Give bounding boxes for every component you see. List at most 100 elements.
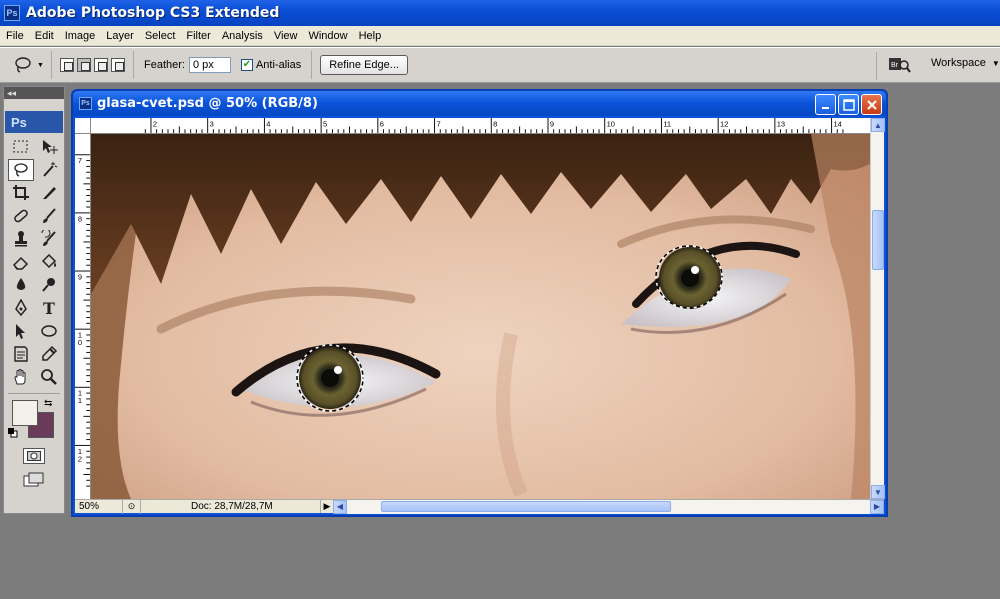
workspace-label: Workspace — [931, 57, 986, 69]
clone-stamp-icon[interactable] — [8, 228, 34, 250]
add-to-selection-button[interactable] — [77, 58, 91, 72]
status-options-icon[interactable]: ⊙ — [123, 499, 141, 514]
app-titlebar: Ps Adobe Photoshop CS3 Extended — [0, 0, 1000, 26]
blur-icon[interactable] — [8, 274, 34, 296]
close-button[interactable] — [861, 94, 882, 115]
screen-mode-icon[interactable] — [23, 472, 45, 488]
menu-image[interactable]: Image — [61, 30, 100, 42]
canvas-image[interactable] — [91, 134, 870, 499]
document-body: 2 3 4 5 6 7 8 9 10 11 12 13 14 7 8 9 10 11 12 — [75, 118, 885, 514]
swap-colors-icon[interactable]: ⇆ — [44, 398, 52, 409]
ruler-label: 10 — [607, 119, 615, 128]
color-swatches: ⇆ — [8, 398, 60, 444]
ellipse-icon[interactable] — [36, 320, 62, 342]
window-controls — [815, 94, 882, 115]
app-logo-icon: Ps — [4, 5, 20, 21]
move-tool-icon[interactable] — [36, 136, 62, 158]
antialias-option[interactable]: ✔ Anti-alias — [240, 51, 313, 79]
menu-help[interactable]: Help — [355, 30, 386, 42]
lasso-icon — [15, 57, 31, 73]
options-divider — [876, 52, 877, 80]
app-title: Adobe Photoshop CS3 Extended — [26, 5, 280, 21]
ruler-label: 11 — [78, 389, 82, 406]
default-colors-icon[interactable] — [8, 428, 18, 438]
workspace-menu[interactable]: Workspace ▼ — [931, 57, 1000, 69]
document-window: Ps glasa-cvet.psd @ 50% (RGB/8) 2 3 4 5 6 7 8 9… — [71, 89, 888, 517]
crop-icon[interactable] — [8, 182, 34, 204]
quick-mask-icon[interactable] — [23, 448, 45, 464]
foreground-color-swatch[interactable] — [12, 400, 38, 426]
brush-icon[interactable] — [36, 205, 62, 227]
chevron-down-icon: ▼ — [37, 61, 44, 69]
feather-input[interactable] — [188, 57, 231, 73]
document-title: glasa-cvet.psd @ 50% (RGB/8) — [97, 96, 318, 111]
toolbox: ◂◂ Ps T ⇆ — [3, 86, 65, 514]
subtract-from-selection-button[interactable] — [94, 58, 108, 72]
pen-icon[interactable] — [8, 297, 34, 319]
document-ps-icon: Ps — [79, 97, 92, 110]
horizontal-ruler[interactable]: 2 3 4 5 6 7 8 9 10 11 12 13 14 — [91, 118, 870, 134]
spot-healing-brush-icon[interactable] — [8, 205, 34, 227]
notes-icon[interactable] — [8, 343, 34, 365]
eyedropper-icon[interactable] — [36, 343, 62, 365]
hand-icon[interactable] — [8, 366, 34, 388]
vertical-ruler[interactable]: 7 8 9 1 0 1 1 1 2 — [75, 134, 91, 499]
menu-filter[interactable]: Filter — [182, 30, 214, 42]
menu-file[interactable]: File — [2, 30, 28, 42]
scroll-left-icon[interactable]: ◀ — [333, 499, 347, 514]
magic-wand-icon[interactable] — [36, 159, 62, 181]
ruler-label: 9 — [78, 272, 82, 281]
horizontal-scrollbar[interactable]: ◀ ▶ — [333, 499, 884, 514]
menu-view[interactable]: View — [270, 30, 302, 42]
scroll-down-icon[interactable]: ▼ — [871, 485, 885, 499]
selection-mode-group — [52, 51, 134, 79]
menu-bar: File Edit Image Layer Select Filter Anal… — [0, 26, 1000, 46]
new-selection-button[interactable] — [60, 58, 74, 72]
tool-preset-picker[interactable]: ▼ — [6, 51, 52, 79]
intersect-selection-button[interactable] — [111, 58, 125, 72]
slice-icon[interactable] — [36, 182, 62, 204]
path-selection-icon[interactable] — [8, 320, 34, 342]
bridge-icon[interactable]: Br — [886, 54, 912, 76]
refine-edge-button[interactable]: Refine Edge... — [320, 55, 408, 75]
ruler-origin[interactable] — [75, 118, 91, 134]
ruler-label: 2 — [153, 119, 157, 128]
ruler-label: 14 — [833, 119, 841, 128]
menu-select[interactable]: Select — [141, 30, 180, 42]
paint-bucket-icon[interactable] — [36, 251, 62, 273]
zoom-icon[interactable] — [36, 366, 62, 388]
vertical-scrollbar[interactable]: ▲ ▼ — [870, 118, 885, 499]
dodge-icon[interactable] — [36, 274, 62, 296]
eraser-icon[interactable] — [8, 251, 34, 273]
vertical-scroll-thumb[interactable] — [872, 210, 884, 270]
document-titlebar[interactable]: Ps glasa-cvet.psd @ 50% (RGB/8) — [73, 91, 886, 116]
scroll-up-icon[interactable]: ▲ — [871, 118, 885, 132]
rectangular-marquee-icon[interactable] — [8, 136, 34, 158]
svg-text:T: T — [43, 299, 55, 317]
menu-analysis[interactable]: Analysis — [218, 30, 267, 42]
minimize-button[interactable] — [815, 94, 836, 115]
toolbox-collapse-icon[interactable]: ◂◂ — [4, 87, 64, 99]
zoom-level-field[interactable]: 50% — [75, 499, 123, 514]
antialias-checkbox[interactable]: ✔ — [240, 59, 253, 71]
menu-window[interactable]: Window — [304, 30, 351, 42]
options-bar: ▼ Feather: ✔ Anti-alias Refine Edge... — [0, 47, 1000, 83]
ruler-label: 3 — [210, 119, 214, 128]
toolbox-logo-icon: Ps — [5, 111, 63, 133]
status-bar: 50% ⊙ Doc: 28,7M/28,7M ▶ ◀ ▶ — [75, 499, 884, 514]
ruler-label: 5 — [323, 119, 327, 128]
svg-text:Br: Br — [891, 62, 899, 69]
menu-layer[interactable]: Layer — [102, 30, 138, 42]
history-brush-icon[interactable] — [36, 228, 62, 250]
ruler-label: 8 — [493, 119, 497, 128]
horizontal-scroll-thumb[interactable] — [381, 500, 671, 512]
ruler-label: 9 — [550, 119, 554, 128]
scroll-right-icon[interactable]: ▶ — [870, 499, 884, 514]
lasso-tool-icon[interactable] — [8, 159, 34, 181]
menu-edit[interactable]: Edit — [31, 30, 58, 42]
status-menu-arrow-icon[interactable]: ▶ — [321, 500, 333, 514]
type-icon[interactable]: T — [36, 297, 62, 319]
ruler-label: 11 — [663, 119, 671, 128]
ruler-label: 8 — [78, 214, 82, 223]
maximize-button[interactable] — [838, 94, 859, 115]
